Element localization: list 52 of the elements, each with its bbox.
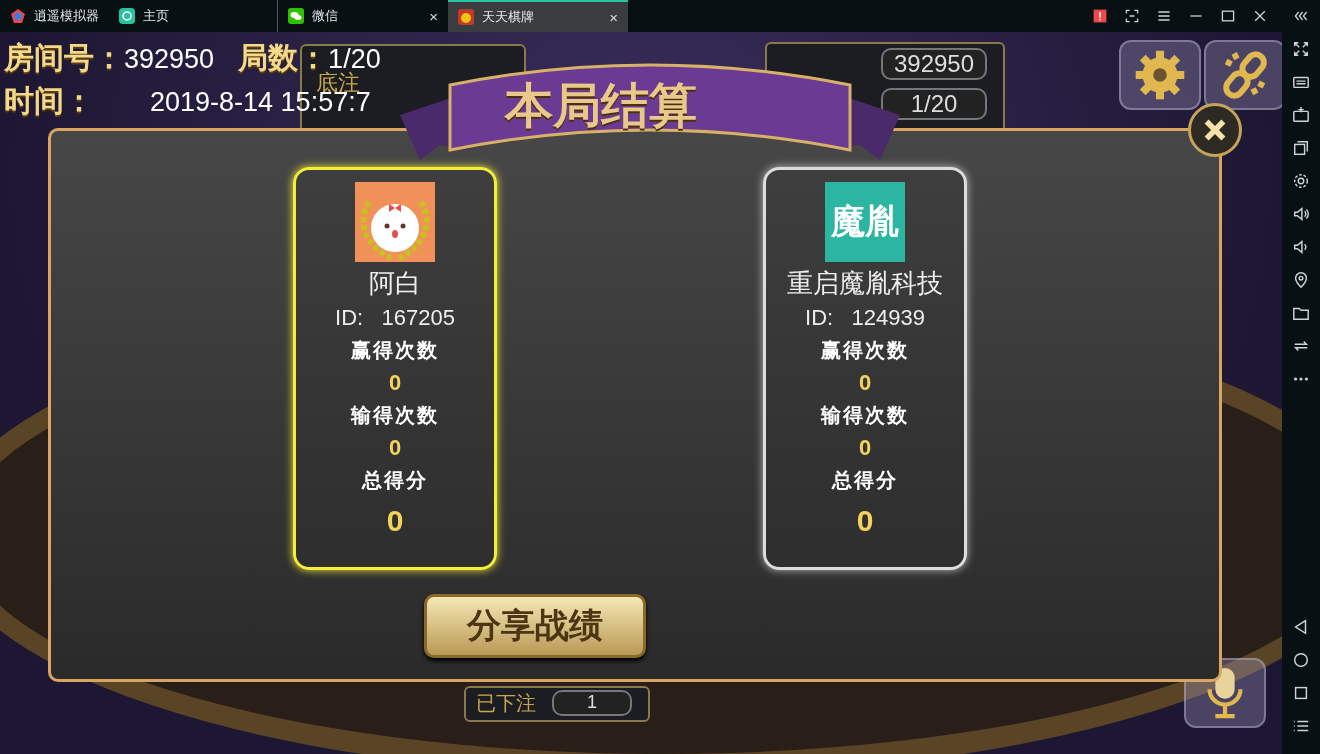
room-number-value: 392950 (881, 48, 987, 80)
app-title[interactable]: 逍遥模拟器 (0, 0, 109, 32)
settings-button[interactable] (1119, 40, 1201, 110)
stat-value: 0 (856, 504, 874, 538)
player-id: ID: 167205 (335, 305, 455, 331)
fullscreen-icon[interactable] (1292, 40, 1310, 58)
time-label: 时间： (4, 83, 95, 119)
stat-label: 输得次数 (821, 403, 909, 428)
maximize-icon[interactable] (1220, 8, 1236, 24)
player-id: ID: 124939 (805, 305, 925, 331)
stat-label: 输得次数 (351, 403, 439, 428)
placed-bet-value: 1 (552, 690, 632, 716)
stat-label: 赢得次数 (821, 338, 909, 363)
room-number: 392950 (124, 44, 215, 75)
game-icon (458, 9, 474, 25)
stat-value: 0 (858, 435, 872, 461)
close-tab-button[interactable]: × (609, 8, 618, 26)
apk-install-icon[interactable] (1292, 106, 1310, 124)
volume-up-icon[interactable] (1292, 205, 1310, 223)
menu-icon[interactable] (1156, 8, 1172, 24)
stat-label: 总得分 (362, 468, 428, 493)
stat-value: 0 (858, 370, 872, 396)
alert-icon[interactable] (1092, 8, 1108, 24)
close-icon[interactable] (1252, 8, 1268, 24)
round-value: 1/20 (881, 88, 987, 120)
close-button[interactable] (1188, 103, 1242, 157)
screenshot-icon[interactable] (1124, 8, 1140, 24)
placed-bet-label: 已下注 (476, 691, 536, 716)
stat-value: 0 (388, 435, 402, 461)
windows-icon[interactable] (1292, 139, 1310, 157)
browser-tab[interactable]: 天天棋牌 × (448, 0, 628, 32)
gear-icon (1133, 48, 1187, 102)
browser-tab[interactable]: 主页 (109, 0, 277, 32)
share-record-button[interactable]: 分享战绩 (424, 594, 646, 658)
stat-label: 总得分 (832, 468, 898, 493)
pentagon-logo-icon (10, 8, 26, 24)
settings-icon[interactable] (1292, 172, 1310, 190)
stat-value: 0 (386, 504, 404, 538)
avatar-logo: 魔胤 (825, 182, 905, 262)
recent-apps-icon[interactable] (1292, 684, 1310, 702)
location-pin-icon[interactable] (1292, 271, 1310, 289)
player-name: 重启魔胤科技 (787, 267, 943, 300)
disconnect-button[interactable] (1204, 40, 1282, 110)
close-tab-button[interactable]: × (429, 7, 438, 25)
room-label: 房间号： (4, 40, 124, 76)
player-name: 阿白 (369, 267, 421, 300)
stat-value: 0 (388, 370, 402, 396)
chat-bubbles-icon (288, 8, 304, 24)
stat-label: 赢得次数 (351, 338, 439, 363)
dialog-title: 本局结算 (505, 78, 697, 134)
home-icon (119, 8, 135, 24)
home-circle-icon[interactable] (1292, 651, 1310, 669)
